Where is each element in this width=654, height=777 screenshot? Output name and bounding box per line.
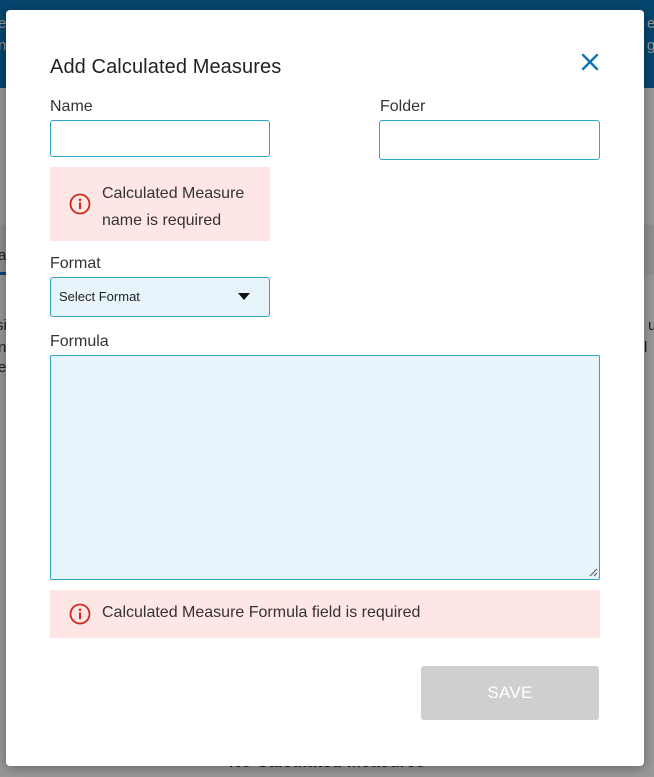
formula-textarea[interactable] (50, 355, 600, 580)
folder-input[interactable] (379, 120, 600, 160)
caret-down-icon (238, 293, 250, 300)
formula-error-message: Calculated Measure Formula field is requ… (50, 590, 600, 638)
format-label: Format (50, 255, 101, 272)
format-select[interactable]: Select Format (50, 277, 270, 317)
formula-label: Formula (50, 333, 109, 350)
info-circle-icon (69, 603, 91, 625)
dialog-title: Add Calculated Measures (50, 56, 282, 78)
close-icon (581, 53, 599, 71)
save-button[interactable]: SAVE (421, 666, 599, 720)
close-button[interactable] (578, 50, 602, 74)
name-label: Name (50, 98, 93, 115)
info-circle-icon (69, 193, 91, 215)
resize-grip-icon[interactable] (588, 567, 598, 577)
format-select-value: Select Format (59, 289, 140, 304)
add-calculated-measures-dialog: Add Calculated Measures Name Folder Calc… (6, 10, 644, 766)
folder-label: Folder (380, 98, 426, 115)
name-error-message: Calculated Measure name is required (50, 167, 270, 241)
name-error-line-2: name is required (102, 212, 222, 229)
name-error-line-1: Calculated Measure (102, 185, 245, 202)
name-input[interactable] (50, 120, 270, 157)
formula-error-text: Calculated Measure Formula field is requ… (102, 604, 421, 621)
